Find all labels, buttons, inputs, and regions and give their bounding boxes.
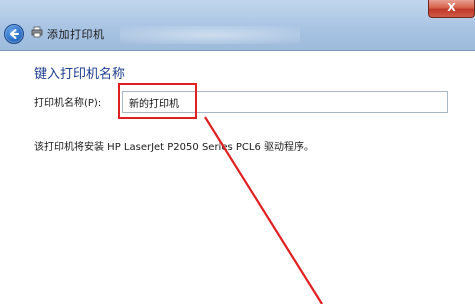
add-printer-window: 添加打印机 X 键入打印机名称 打印机名称(P): 新的打印机 该打印机将安装 … [0,0,475,304]
red-arrow-annotation [204,116,323,304]
